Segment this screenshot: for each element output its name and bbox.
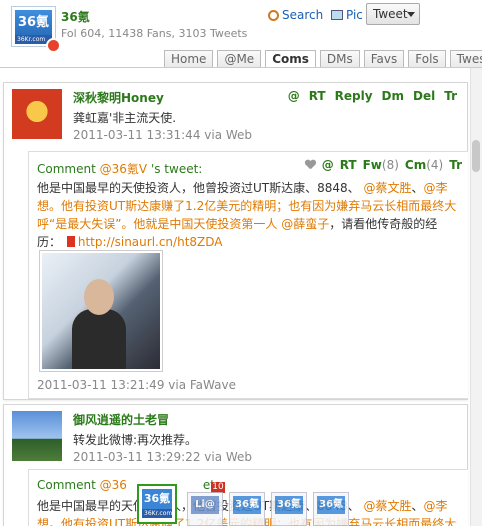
tweet-button[interactable]: Tweet (366, 3, 420, 25)
notification-item[interactable]: Li@ (187, 492, 223, 526)
notification-item[interactable]: 36氪 (313, 492, 349, 526)
pic-button[interactable]: Pic (331, 5, 363, 25)
heart-icon[interactable] (305, 160, 316, 170)
quoted-forward-action[interactable]: Fw(8) (363, 158, 399, 172)
account-switcher-button[interactable]: 36氪 36Kr.com (137, 484, 177, 524)
notification-float-bar: 36氪 36Kr.com 10 Li@ 36氪 36氪 36氪 (137, 482, 461, 526)
tab-home[interactable]: Home (164, 50, 214, 68)
dm-action[interactable]: Dm (382, 89, 404, 103)
comment-prefix: Comment (37, 478, 96, 492)
quoted-tweet: Comment @36氪V 's tweet: @ RT Fw(8) Cm(4)… (28, 151, 468, 399)
comment-suffix: 's tweet: (150, 162, 203, 176)
scrollbar[interactable] (470, 68, 482, 526)
tab-mentions[interactable]: @Me (217, 50, 262, 68)
bookmark-icon (66, 236, 75, 247)
scrollbar-thumb[interactable] (472, 140, 480, 172)
quoted-tweet-meta: 2011-03-11 13:21:49 via FaWave (37, 378, 236, 392)
search-icon (268, 9, 279, 21)
status-text: 转发此微博:再次推荐。 (73, 433, 198, 447)
logo-text: 36氪 (15, 10, 52, 35)
status-author[interactable]: 御风逍遥的土老冒 (73, 411, 169, 428)
mention-link[interactable]: @蔡文胜 (363, 181, 411, 195)
status-author[interactable]: 深秋黎明Honey (73, 89, 164, 106)
notification-item[interactable]: 36氪 (271, 492, 307, 526)
quoted-actions: @ RT Fw(8) Cm(4) Tr (305, 158, 462, 172)
status-meta: 2011-03-11 13:31:44 via Web (73, 128, 253, 142)
search-label: Search (282, 8, 324, 22)
reply-action[interactable]: Reply (335, 89, 373, 103)
status-text: 龚虹嘉'非主流天使. (73, 111, 177, 125)
account-logo: 36氪 (142, 489, 172, 509)
notification-item[interactable]: 36氪 (229, 492, 265, 526)
status-meta: 2011-03-11 13:29:22 via Web (73, 450, 253, 464)
translate-action[interactable]: Tr (444, 89, 457, 103)
account-logo-sub: 36Kr.com (142, 509, 173, 518)
chevron-down-icon (407, 12, 415, 17)
avatar[interactable] (12, 89, 62, 139)
weibo-eye-icon (46, 38, 61, 53)
tab-bar: Home @Me Coms DMs Favs Fols Twes (160, 50, 482, 68)
tweet-label: Tweet (373, 7, 408, 21)
mention-action[interactable]: @ (288, 89, 300, 103)
tab-direct-messages[interactable]: DMs (319, 50, 360, 68)
delete-action[interactable]: Del (413, 89, 435, 103)
comment-count: (4) (426, 158, 444, 172)
timeline: 深秋黎明Honey @ RT Reply Dm Del Tr 龚虹嘉'非主流天使… (0, 68, 470, 526)
quoted-author[interactable]: @36 (100, 478, 127, 492)
quoted-translate-action[interactable]: Tr (449, 158, 462, 172)
picture-icon (331, 10, 343, 20)
search-button[interactable]: Search (268, 5, 323, 25)
pic-label: Pic (346, 8, 363, 22)
quoted-comment-action[interactable]: Cm(4) (405, 158, 443, 172)
account-username[interactable]: 36氪 (61, 8, 90, 25)
retweet-action[interactable]: RT (309, 89, 326, 103)
comment-prefix: Comment (37, 162, 96, 176)
tab-followers[interactable]: Fols (408, 50, 446, 68)
account-stats: Fol 604, 11438 Fans, 3103 Tweets (61, 27, 248, 40)
quoted-tweet-text: 他是中国最早的天使投资人，他曾投资过UT斯达康、8848、 @蔡文胜、@李想。他… (37, 181, 457, 249)
status-actions: @ RT Reply Dm Del Tr (288, 89, 457, 103)
short-url-link[interactable]: http://sinaurl.cn/ht8ZDA (78, 235, 223, 249)
quoted-tweet-header: Comment @36氪V 's tweet: (37, 160, 202, 177)
tab-tweets[interactable]: Twes (449, 50, 482, 68)
user-avatar[interactable]: 36氪 36Kr.com (11, 6, 61, 53)
mention-link[interactable]: @薛蛮子 (281, 217, 329, 231)
quoted-author[interactable]: @36氪V (100, 162, 147, 176)
status-item: 深秋黎明Honey @ RT Reply Dm Del Tr 龚虹嘉'非主流天使… (3, 82, 468, 400)
quoted-retweet-action[interactable]: RT (340, 158, 357, 172)
tweet-photo[interactable] (39, 250, 163, 372)
tab-comments[interactable]: Coms (265, 50, 316, 68)
forward-count: (8) (381, 158, 399, 172)
quoted-mention-action[interactable]: @ (322, 158, 334, 172)
avatar[interactable] (12, 411, 62, 461)
app-header: 36氪 36Kr.com 36氪 Fol 604, 11438 Fans, 31… (0, 0, 482, 68)
photo-image (42, 253, 160, 369)
tab-favorites[interactable]: Favs (363, 50, 405, 68)
